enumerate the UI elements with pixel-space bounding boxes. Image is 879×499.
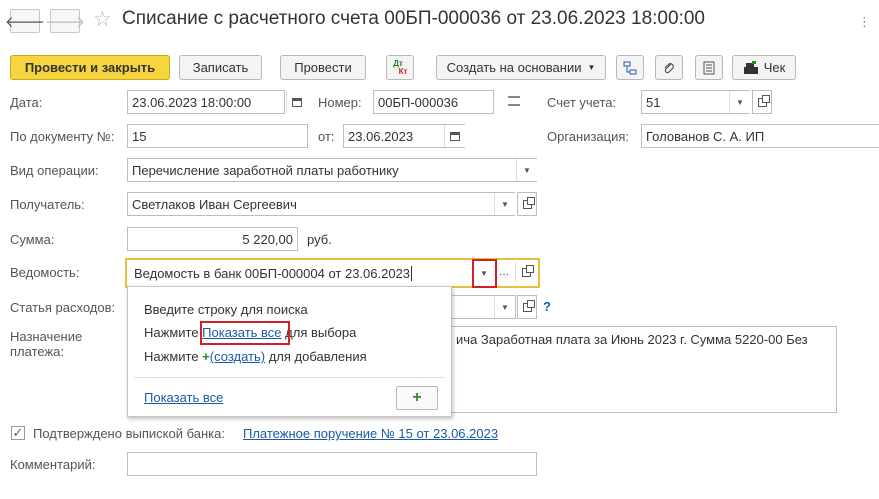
recipient-dropdown-button[interactable]: ▼: [494, 193, 515, 215]
payment-order-link[interactable]: Платежное поручение № 15 от 23.06.2023: [243, 426, 498, 441]
statement-value: Ведомость в банк 00БП-000004 от 23.06.20…: [134, 265, 411, 281]
statement-dropdown-popup: Введите строку для поиска Нажмите Показа…: [127, 286, 452, 417]
from-label: от:: [318, 129, 335, 144]
paperclip-icon: [664, 62, 674, 73]
recipient-field[interactable]: Светлаков Иван Сергеевич: [127, 192, 515, 216]
org-field[interactable]: Голованов С. А. ИП: [641, 124, 879, 148]
structure-button[interactable]: [616, 55, 644, 80]
favorite-star-icon[interactable]: ☆: [93, 7, 112, 32]
page-title: Списание с расчетного счета 00БП-000036 …: [122, 8, 705, 29]
number-field[interactable]: 00БП-000036: [373, 90, 494, 114]
account-label: Счет учета:: [547, 95, 617, 110]
post-button[interactable]: Провести: [280, 55, 366, 80]
number-history-icon[interactable]: [508, 96, 520, 106]
dt-kt-icon-bottom: Кт: [398, 66, 408, 76]
comment-field[interactable]: [127, 452, 537, 476]
sum-label: Сумма:: [10, 232, 55, 247]
statement-open-button[interactable]: [515, 262, 536, 282]
open-icon: [521, 264, 534, 277]
statement-select-button[interactable]: ...: [499, 264, 509, 278]
expense-open-button[interactable]: [517, 295, 537, 319]
post-and-close-button[interactable]: Провести и закрыть: [10, 55, 170, 80]
more-menu-icon[interactable]: ⋮: [858, 14, 872, 30]
calendar-icon: [450, 131, 460, 141]
chevron-down-icon: ▼: [501, 302, 509, 312]
popup-divider: [134, 377, 445, 378]
calendar-icon: [292, 97, 302, 107]
popup-add-button[interactable]: +: [396, 386, 438, 410]
popup-create-link[interactable]: (создать): [210, 349, 265, 364]
structure-icon: [623, 61, 637, 74]
text-cursor: [411, 265, 413, 281]
popup-hint-prefix: Нажмите: [144, 349, 203, 364]
back-button[interactable]: 🡐: [5, 9, 45, 33]
attach-button[interactable]: [655, 55, 683, 80]
help-icon[interactable]: ?: [543, 299, 551, 314]
operation-field[interactable]: Перечисление заработной платы работнику: [127, 158, 537, 182]
list-icon: [703, 61, 715, 74]
popup-search-hint: Введите строку для поиска: [144, 302, 308, 317]
open-icon: [522, 299, 535, 312]
write-button[interactable]: Записать: [179, 55, 262, 80]
forward-button[interactable]: 🡒: [45, 9, 85, 33]
popup-hint-suffix: для выбора: [281, 325, 357, 340]
date-label: Дата:: [10, 95, 43, 110]
date-field[interactable]: 23.06.2023 18:00:00: [127, 90, 285, 114]
purpose-field[interactable]: ича Заработная плата за Июнь 2023 г. Сум…: [452, 326, 837, 413]
cash-register-icon: [743, 60, 758, 74]
expense-dropdown-button[interactable]: ▼: [494, 296, 515, 318]
statement-label: Ведомость:: [10, 265, 80, 280]
chevron-down-icon: ▼: [501, 199, 509, 209]
show-all-highlight: [200, 321, 290, 345]
dt-kt-button[interactable]: Дт Кт: [386, 55, 414, 80]
open-icon: [757, 94, 770, 107]
doc-number-field[interactable]: 15: [127, 124, 308, 148]
recipient-open-button[interactable]: [517, 192, 537, 216]
expense-label: Статья расходов:: [10, 300, 116, 315]
account-dropdown-button[interactable]: ▼: [729, 91, 750, 113]
checkmark-icon: ✓: [12, 425, 24, 440]
popup-hint-prefix: Нажмите: [144, 325, 203, 340]
purpose-label-line1: Назначение: [10, 329, 83, 344]
confirmed-checkbox[interactable]: ✓: [11, 425, 25, 440]
sum-field[interactable]: 5 220,00: [127, 227, 298, 251]
open-icon: [522, 196, 535, 209]
purpose-label-line2: платежа:: [10, 344, 64, 359]
check-label: Чек: [763, 60, 786, 75]
chevron-down-icon: ▼: [523, 165, 531, 175]
popup-create-hint: Нажмите +(создать) для добавления: [144, 349, 367, 364]
purpose-text: ича Заработная плата за Июнь 2023 г. Сум…: [456, 332, 808, 347]
check-button[interactable]: Чек: [732, 55, 796, 80]
operation-label: Вид операции:: [10, 163, 99, 178]
plus-icon: +: [202, 349, 210, 364]
arrow-left-icon: 🡐: [4, 13, 46, 31]
create-based-on-label: Создать на основании: [446, 60, 582, 75]
from-calendar-button[interactable]: [444, 125, 465, 147]
org-label: Организация:: [547, 129, 630, 144]
create-based-on-button[interactable]: Создать на основании ▼: [436, 55, 606, 80]
chevron-down-icon: ▼: [736, 97, 744, 107]
doc-number-label: По документу №:: [10, 129, 115, 144]
currency-label: руб.: [307, 232, 332, 247]
confirmed-label: Подтверждено выпиской банка:: [33, 426, 225, 441]
print-list-button[interactable]: [695, 55, 723, 80]
comment-label: Комментарий:: [10, 457, 96, 472]
plus-icon: +: [412, 389, 422, 406]
account-open-button[interactable]: [752, 90, 772, 114]
chevron-down-icon: ▼: [587, 63, 596, 72]
operation-dropdown-button[interactable]: ▼: [516, 159, 537, 181]
number-label: Номер:: [318, 95, 362, 110]
popup-hint-suffix: для добавления: [265, 349, 367, 364]
statement-dropdown-highlight: [472, 259, 497, 288]
date-calendar-button[interactable]: [286, 91, 307, 113]
popup-show-all-link[interactable]: Показать все: [144, 390, 223, 405]
arrow-right-icon: 🡒: [44, 13, 86, 31]
recipient-label: Получатель:: [10, 197, 85, 212]
